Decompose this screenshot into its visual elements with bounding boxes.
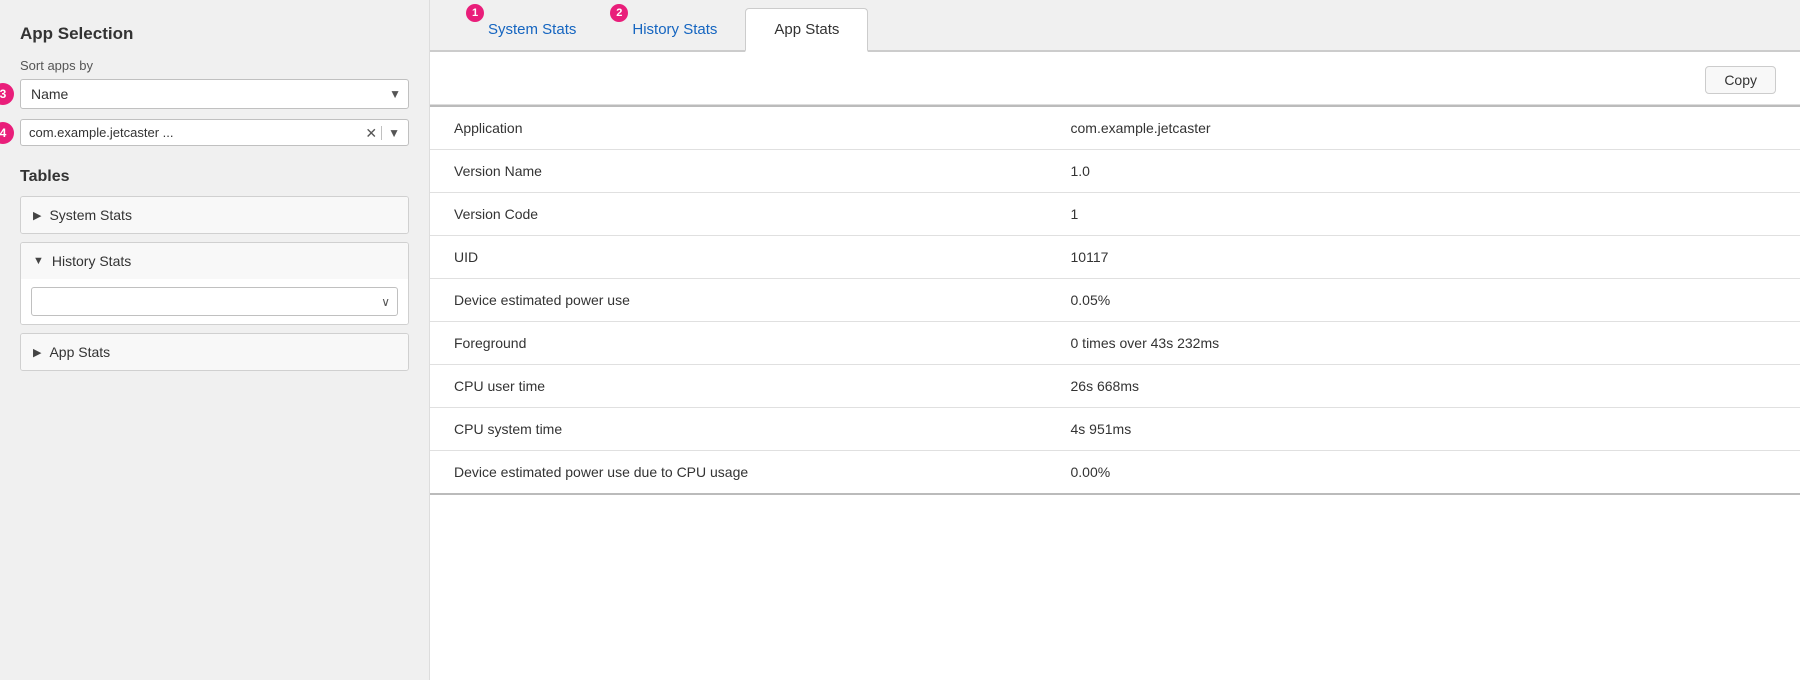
history-stats-body: ∨ [21,279,408,324]
stat-key: Application [430,106,1047,150]
stat-key: Foreground [430,322,1047,365]
stat-value: 26s 668ms [1047,365,1800,408]
stat-key: CPU user time [430,365,1047,408]
sidebar: App Selection Sort apps by 3 Name Packag… [0,0,430,680]
stat-value: 10117 [1047,236,1800,279]
stat-key: UID [430,236,1047,279]
content-area: Copy Applicationcom.example.jetcasterVer… [430,52,1800,680]
stats-table: Applicationcom.example.jetcasterVersion … [430,105,1800,495]
stat-key: Version Code [430,193,1047,236]
table-section-history-stats: ▼ History Stats ∨ [20,242,409,325]
stat-key: Version Name [430,150,1047,193]
sort-select[interactable]: Name Package UID [20,79,409,109]
history-stats-arrow-icon: ▼ [33,255,44,267]
app-select-wrap: 4 com.example.jetcaster ... ✕ ▼ [20,119,409,146]
stat-key: CPU system time [430,408,1047,451]
tab-app-stats[interactable]: App Stats [745,8,868,52]
table-row: CPU system time4s 951ms [430,408,1800,451]
tables-title: Tables [20,168,409,186]
table-row: Device estimated power use0.05% [430,279,1800,322]
app-select[interactable]: com.example.jetcaster ... ✕ ▼ [20,119,409,146]
history-stats-select[interactable] [31,287,398,316]
stat-value: com.example.jetcaster [1047,106,1800,150]
table-row: Device estimated power use due to CPU us… [430,451,1800,495]
table-row: Version Name1.0 [430,150,1800,193]
table-row: CPU user time26s 668ms [430,365,1800,408]
stat-value: 1.0 [1047,150,1800,193]
sidebar-title: App Selection [20,24,409,44]
history-stats-label: History Stats [52,253,131,269]
stat-value: 4s 951ms [1047,408,1800,451]
badge-3: 3 [0,83,14,105]
table-section-app-stats: ▶ App Stats [20,333,409,371]
app-select-arrow-icon[interactable]: ▼ [381,126,400,140]
app-select-clear-icon[interactable]: ✕ [365,126,377,140]
stat-key: Device estimated power use due to CPU us… [430,451,1047,495]
copy-button[interactable]: Copy [1705,66,1776,94]
tab-app-stats-label: App Stats [774,21,839,38]
tab-system-stats-label: System Stats [488,21,576,38]
table-row: Applicationcom.example.jetcaster [430,106,1800,150]
tabs-bar: 1 System Stats 2 History Stats App Stats [430,0,1800,52]
table-section-system-stats-header[interactable]: ▶ System Stats [21,197,408,233]
table-row: UID10117 [430,236,1800,279]
badge-4: 4 [0,122,14,144]
table-row: Version Code1 [430,193,1800,236]
app-stats-arrow-icon: ▶ [33,346,41,359]
stat-key: Device estimated power use [430,279,1047,322]
table-section-history-stats-header[interactable]: ▼ History Stats [21,243,408,279]
history-stats-select-wrap: ∨ [31,287,398,316]
app-select-value: com.example.jetcaster ... [29,125,361,140]
tab-history-stats[interactable]: 2 History Stats [604,9,745,52]
stat-value: 0 times over 43s 232ms [1047,322,1800,365]
stat-value: 1 [1047,193,1800,236]
stat-value: 0.05% [1047,279,1800,322]
sort-label: Sort apps by [20,58,409,73]
main-panel: 1 System Stats 2 History Stats App Stats… [430,0,1800,680]
table-section-system-stats: ▶ System Stats [20,196,409,234]
app-stats-label: App Stats [49,344,110,360]
stat-value: 0.00% [1047,451,1800,495]
system-stats-label: System Stats [49,207,131,223]
copy-bar: Copy [430,52,1800,105]
badge-1: 1 [466,4,484,22]
tab-system-stats[interactable]: 1 System Stats [460,9,604,52]
system-stats-arrow-icon: ▶ [33,209,41,222]
tab-history-stats-label: History Stats [632,21,717,38]
table-section-app-stats-header[interactable]: ▶ App Stats [21,334,408,370]
table-row: Foreground0 times over 43s 232ms [430,322,1800,365]
sort-select-wrap: 3 Name Package UID ▼ [20,79,409,109]
badge-2: 2 [610,4,628,22]
